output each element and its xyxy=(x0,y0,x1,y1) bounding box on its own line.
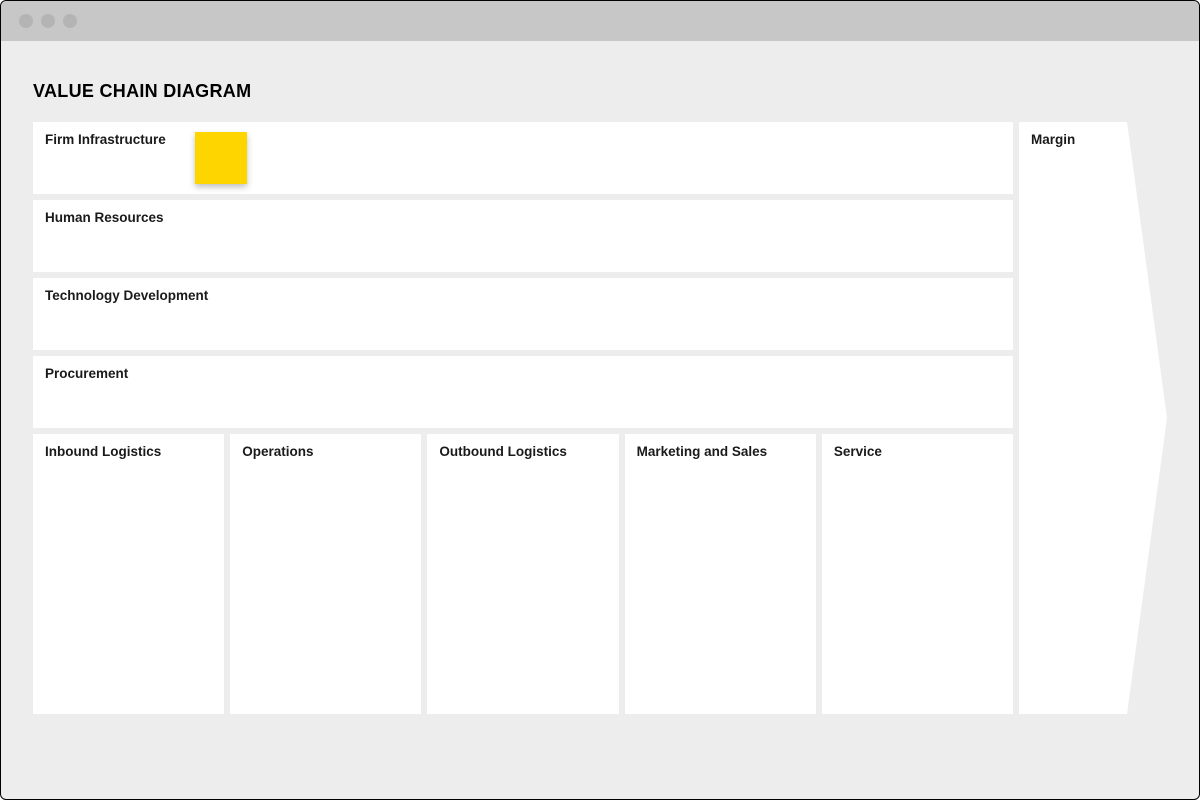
primary-cell-operations[interactable]: Operations xyxy=(230,434,421,714)
margin-column[interactable]: Margin xyxy=(1019,122,1167,714)
primary-label: Service xyxy=(834,444,1001,459)
support-row-firm-infrastructure[interactable]: Firm Infrastructure xyxy=(33,122,1013,194)
page-title: VALUE CHAIN DIAGRAM xyxy=(33,81,1167,102)
sticky-note[interactable] xyxy=(195,132,247,184)
primary-label: Outbound Logistics xyxy=(439,444,606,459)
activities-column: Firm Infrastructure Human Resources Tech… xyxy=(33,122,1013,714)
window-control-maximize[interactable] xyxy=(63,14,77,28)
primary-cell-service[interactable]: Service xyxy=(822,434,1013,714)
support-row-technology-development[interactable]: Technology Development xyxy=(33,278,1013,350)
margin-label: Margin xyxy=(1031,132,1075,147)
primary-activities-row: Inbound Logistics Operations Outbound Lo… xyxy=(33,434,1013,714)
primary-cell-outbound-logistics[interactable]: Outbound Logistics xyxy=(427,434,618,714)
window-control-close[interactable] xyxy=(19,14,33,28)
content-area: VALUE CHAIN DIAGRAM Firm Infrastructure … xyxy=(1,41,1199,746)
primary-cell-marketing-and-sales[interactable]: Marketing and Sales xyxy=(625,434,816,714)
primary-label: Operations xyxy=(242,444,409,459)
window-control-minimize[interactable] xyxy=(41,14,55,28)
primary-label: Inbound Logistics xyxy=(45,444,212,459)
primary-label: Marketing and Sales xyxy=(637,444,804,459)
titlebar xyxy=(1,1,1199,41)
support-label: Technology Development xyxy=(45,288,1001,303)
value-chain-diagram: Firm Infrastructure Human Resources Tech… xyxy=(33,122,1167,714)
app-window: VALUE CHAIN DIAGRAM Firm Infrastructure … xyxy=(0,0,1200,800)
support-row-human-resources[interactable]: Human Resources xyxy=(33,200,1013,272)
support-row-procurement[interactable]: Procurement xyxy=(33,356,1013,428)
support-label: Firm Infrastructure xyxy=(45,132,1001,147)
support-label: Human Resources xyxy=(45,210,1001,225)
margin-arrow-shape xyxy=(1019,122,1167,714)
support-label: Procurement xyxy=(45,366,1001,381)
primary-cell-inbound-logistics[interactable]: Inbound Logistics xyxy=(33,434,224,714)
